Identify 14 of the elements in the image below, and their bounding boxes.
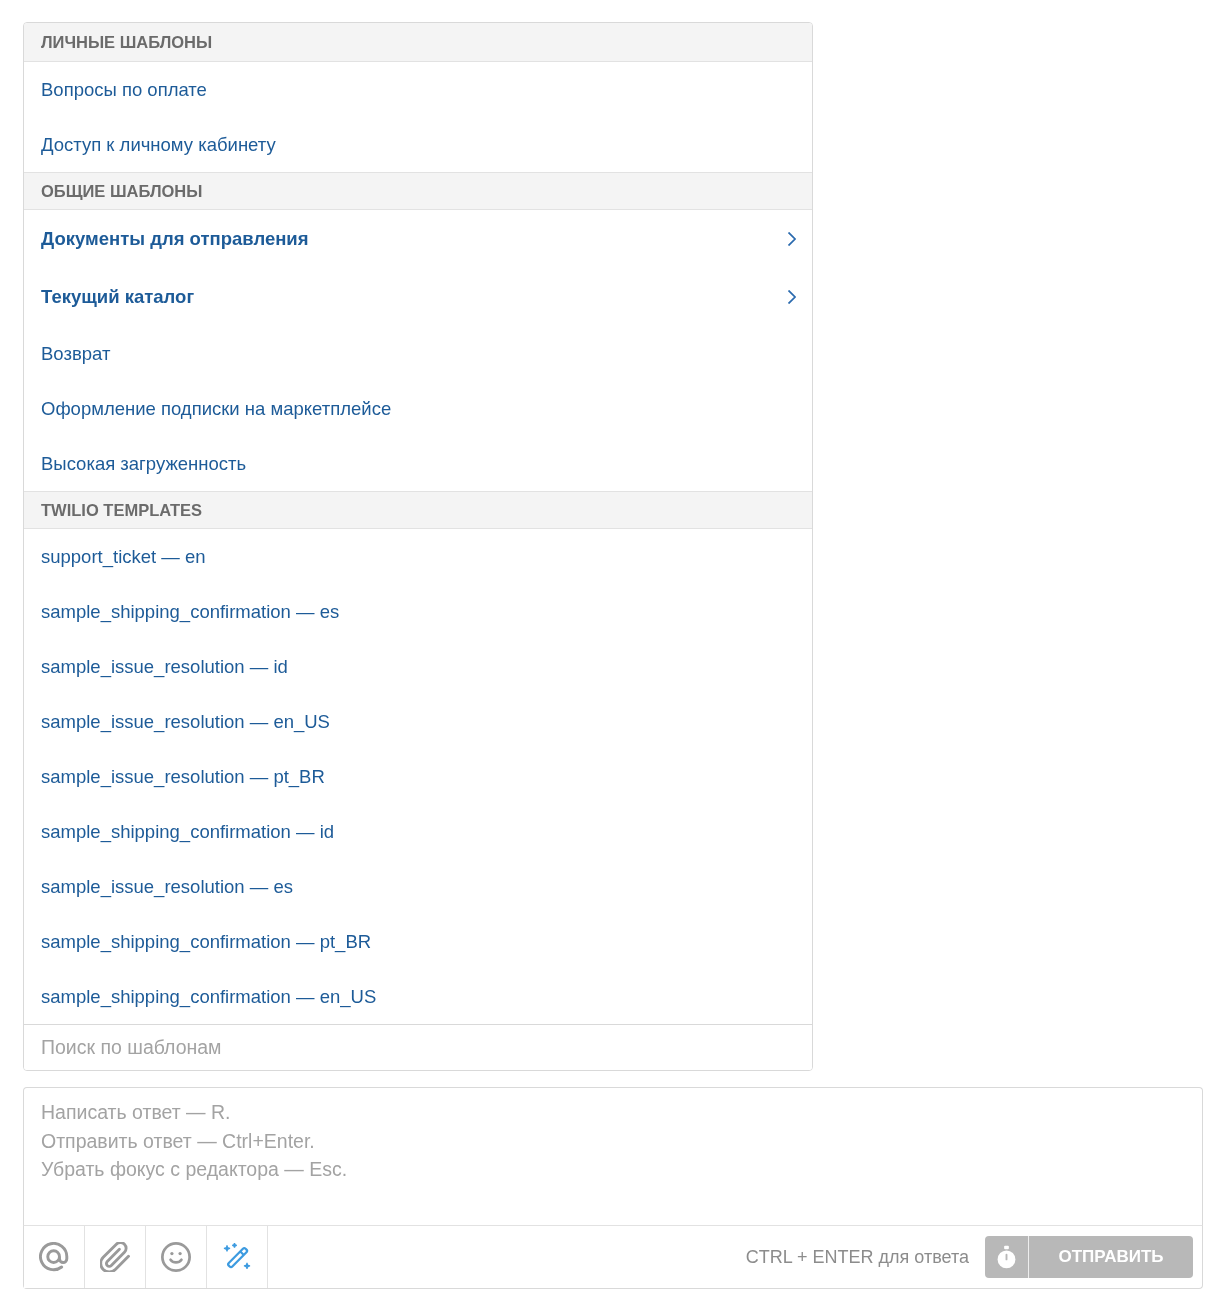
smiley-icon: [161, 1242, 191, 1272]
magic-wand-icon: [222, 1242, 252, 1272]
shortcut-hint: CTRL + ENTER для ответа: [745, 1246, 969, 1268]
section-header: ЛИЧНЫЕ ШАБЛОНЫ: [24, 23, 812, 62]
paperclip-icon: [100, 1242, 130, 1272]
section-header: ОБЩИЕ ШАБЛОНЫ: [24, 172, 812, 210]
search-field[interactable]: Поиск по шаблонам: [24, 1024, 812, 1070]
chevron-right-icon: [788, 232, 796, 246]
reply-input[interactable]: Написать ответ — R. Отправить ответ — Ctrl+Enter. Убрать фокус с редактора — Esc.: [23, 1087, 1203, 1225]
stopwatch-icon: [997, 1245, 1016, 1269]
at-icon: [39, 1242, 69, 1272]
section-header: TWILIO TEMPLATES: [24, 491, 812, 529]
mention-button[interactable]: [24, 1226, 85, 1288]
chevron-right-icon: [788, 290, 796, 304]
